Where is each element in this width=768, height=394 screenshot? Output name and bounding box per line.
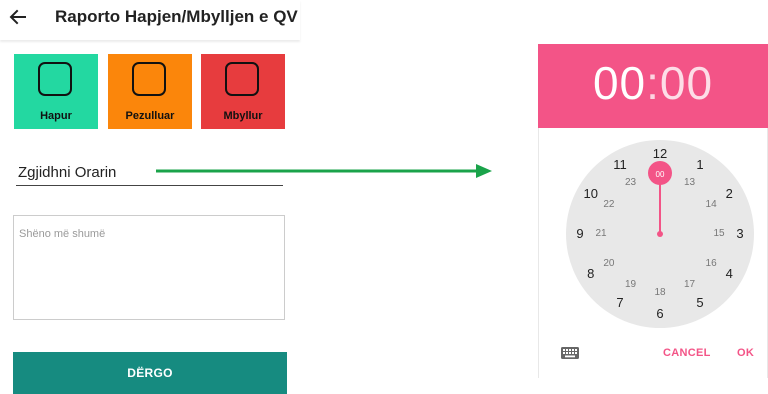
clock-hour-inner[interactable]: 14 <box>699 197 723 213</box>
clock-hour-inner[interactable]: 21 <box>589 226 613 242</box>
clock-hour-inner[interactable]: 17 <box>678 277 702 293</box>
arrow-right-icon <box>156 164 492 178</box>
time-picker-body: 12 1 2 3 4 5 6 7 8 9 10 11 00 13 14 15 16 17 18 19 20 21 22 23 … <box>538 128 768 378</box>
time-separator: : <box>646 57 660 109</box>
clock-hour-outer[interactable]: 3 <box>728 226 752 242</box>
status-tile-pezulluar[interactable]: Pezulluar <box>108 54 192 129</box>
status-tile-label: Hapur <box>40 110 72 122</box>
hours-display[interactable]: 00 <box>593 57 646 109</box>
clock-hour-inner[interactable]: 15 <box>707 226 731 242</box>
notes-placeholder: Shëno më shumë <box>19 228 106 240</box>
clock-hour-inner[interactable]: 20 <box>597 256 621 272</box>
checkbox-icon <box>225 62 259 96</box>
time-picker-header: 00:00 <box>538 44 768 128</box>
page-title: Raporto Hapjen/Mbylljen e QV <box>55 7 298 26</box>
clock-hour-outer[interactable]: 1 <box>688 157 712 173</box>
clock-hour-outer[interactable]: 12 <box>648 146 672 162</box>
clock-hour-outer[interactable]: 7 <box>608 295 632 311</box>
checkbox-icon <box>132 62 166 96</box>
keyboard-icon[interactable] <box>561 347 579 359</box>
clock-hour-inner[interactable]: 13 <box>678 175 702 191</box>
notes-textarea[interactable]: Shëno më shumë <box>13 215 285 320</box>
clock-hour-inner[interactable]: 18 <box>648 285 672 301</box>
ok-button[interactable]: OK <box>737 347 754 359</box>
clock-hour-inner[interactable]: 22 <box>597 197 621 213</box>
time-display: 00:00 <box>538 56 768 110</box>
clock-hour-inner[interactable]: 19 <box>619 277 643 293</box>
clock-hour-outer[interactable]: 11 <box>608 157 632 173</box>
clock-hour-inner[interactable]: 23 <box>619 175 643 191</box>
time-field-value: Zgjidhni Orarin <box>18 164 117 181</box>
clock-face[interactable]: 12 1 2 3 4 5 6 7 8 9 10 11 00 13 14 15 16 17 18 19 20 21 22 23 <box>566 140 754 328</box>
status-tile-label: Pezulluar <box>125 110 175 122</box>
status-tile-hapur[interactable]: Hapur <box>14 54 98 129</box>
status-tile-label: Mbyllur <box>223 110 263 122</box>
minutes-display[interactable]: 00 <box>660 57 713 109</box>
status-tile-mbyllur[interactable]: Mbyllur <box>201 54 285 129</box>
arrow-left-icon[interactable] <box>8 7 28 27</box>
report-screen: Raporto Hapjen/Mbylljen e QV Hapur Pezul… <box>0 0 300 394</box>
app-bar: Raporto Hapjen/Mbylljen e QV <box>0 0 300 40</box>
submit-button[interactable]: DËRGO <box>13 352 287 394</box>
clock-hour-inner[interactable]: 00 <box>648 167 672 183</box>
clock-hour-outer[interactable]: 6 <box>648 306 672 322</box>
clock-hour-outer[interactable]: 5 <box>688 295 712 311</box>
time-picker-dialog: 00:00 12 1 2 3 4 5 6 7 8 9 10 11 00 13 14 15 16 17 18 19 20 2… <box>538 44 768 378</box>
clock-hour-inner[interactable]: 16 <box>699 256 723 272</box>
cancel-button[interactable]: CANCEL <box>663 347 711 359</box>
checkbox-icon <box>38 62 72 96</box>
